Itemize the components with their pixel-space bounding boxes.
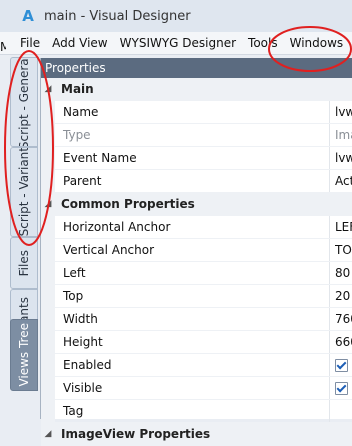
property-row-left[interactable]: Left 80: [41, 262, 352, 285]
menu-wysiwyg-designer[interactable]: WYSIWYG Designer: [114, 36, 242, 50]
property-name: Vertical Anchor: [63, 243, 155, 257]
property-value[interactable]: 20: [335, 289, 352, 303]
property-name: Parent: [63, 174, 102, 188]
window-title: main - Visual Designer: [44, 8, 191, 24]
menu-add-view[interactable]: Add View: [46, 36, 114, 50]
property-value[interactable]: lvw: [335, 151, 352, 165]
collapse-triangle-icon[interactable]: ◢: [43, 199, 53, 209]
property-row-top[interactable]: Top 20: [41, 285, 352, 308]
property-grid: ◢ Main Name lvw Type Ima Event Name lvw …: [41, 78, 352, 446]
title-bar: A main - Visual Designer: [0, 0, 352, 33]
property-value: Ima: [335, 128, 352, 142]
property-name: Type: [63, 128, 91, 142]
property-row-height[interactable]: Height 660: [41, 331, 352, 354]
tab-script-variant[interactable]: Script - Variant: [10, 147, 38, 237]
property-value[interactable]: 80: [335, 266, 352, 280]
property-name: Height: [63, 335, 103, 349]
property-row-tag[interactable]: Tag: [41, 400, 352, 423]
category-label: Main: [61, 82, 94, 96]
property-name: Visible: [63, 381, 103, 395]
tab-files[interactable]: Files: [10, 237, 38, 289]
property-name: Top: [63, 289, 84, 303]
tab-script-general[interactable]: Script - General: [10, 57, 38, 147]
edge-menu-fragment: M: [0, 40, 6, 54]
property-value[interactable]: Act: [335, 174, 352, 188]
property-row-vertical-anchor[interactable]: Vertical Anchor TO: [41, 239, 352, 262]
vertical-tab-strip: Script - General Script - Variant Files …: [10, 57, 38, 391]
tab-label: Views Tree: [17, 323, 31, 387]
tab-label: Files: [17, 249, 31, 277]
property-row-type[interactable]: Type Ima: [41, 124, 352, 147]
property-row-horizontal-anchor[interactable]: Horizontal Anchor LEF: [41, 216, 352, 239]
property-value[interactable]: lvw: [335, 105, 352, 119]
tab-label: Script - General: [17, 57, 31, 147]
enabled-checkbox[interactable]: [335, 358, 348, 372]
category-common-properties[interactable]: ◢ Common Properties: [41, 193, 352, 216]
property-name: Enabled: [63, 358, 112, 372]
property-row-name[interactable]: Name lvw: [41, 101, 352, 124]
property-value[interactable]: 760: [335, 312, 352, 326]
property-name: Horizontal Anchor: [63, 220, 171, 234]
collapse-triangle-icon[interactable]: ◢: [43, 429, 53, 439]
category-label: ImageView Properties: [61, 427, 211, 441]
app-logo-icon: A: [22, 7, 34, 25]
category-main[interactable]: ◢ Main: [41, 78, 352, 101]
property-value[interactable]: 660: [335, 335, 352, 349]
collapse-triangle-icon[interactable]: ◢: [43, 84, 53, 94]
menu-bar: File Add View WYSIWYG Designer Tools Win…: [0, 32, 352, 55]
property-value[interactable]: TO: [335, 243, 352, 257]
property-name: Tag: [63, 404, 84, 418]
property-row-enabled[interactable]: Enabled: [41, 354, 352, 377]
menu-windows[interactable]: Windows: [284, 36, 350, 50]
property-row-width[interactable]: Width 760: [41, 308, 352, 331]
property-row-parent[interactable]: Parent Act: [41, 170, 352, 193]
properties-header: Properties: [41, 58, 352, 78]
property-name: Event Name: [63, 151, 137, 165]
menu-tools[interactable]: Tools: [242, 36, 284, 50]
property-value[interactable]: LEF: [335, 220, 352, 234]
property-name: Width: [63, 312, 98, 326]
menu-file[interactable]: File: [0, 36, 46, 50]
category-imageview-properties[interactable]: ◢ ImageView Properties: [41, 423, 352, 446]
properties-panel: Properties ◢ Main Name lvw Type Ima Even…: [40, 58, 352, 446]
category-label: Common Properties: [61, 197, 195, 211]
tab-views-tree[interactable]: Views Tree: [10, 319, 38, 391]
property-row-visible[interactable]: Visible: [41, 377, 352, 400]
property-name: Name: [63, 105, 99, 119]
property-name: Left: [63, 266, 86, 280]
property-row-event-name[interactable]: Event Name lvw: [41, 147, 352, 170]
tab-label: Script - Variant: [17, 147, 31, 237]
visible-checkbox[interactable]: [335, 381, 348, 395]
